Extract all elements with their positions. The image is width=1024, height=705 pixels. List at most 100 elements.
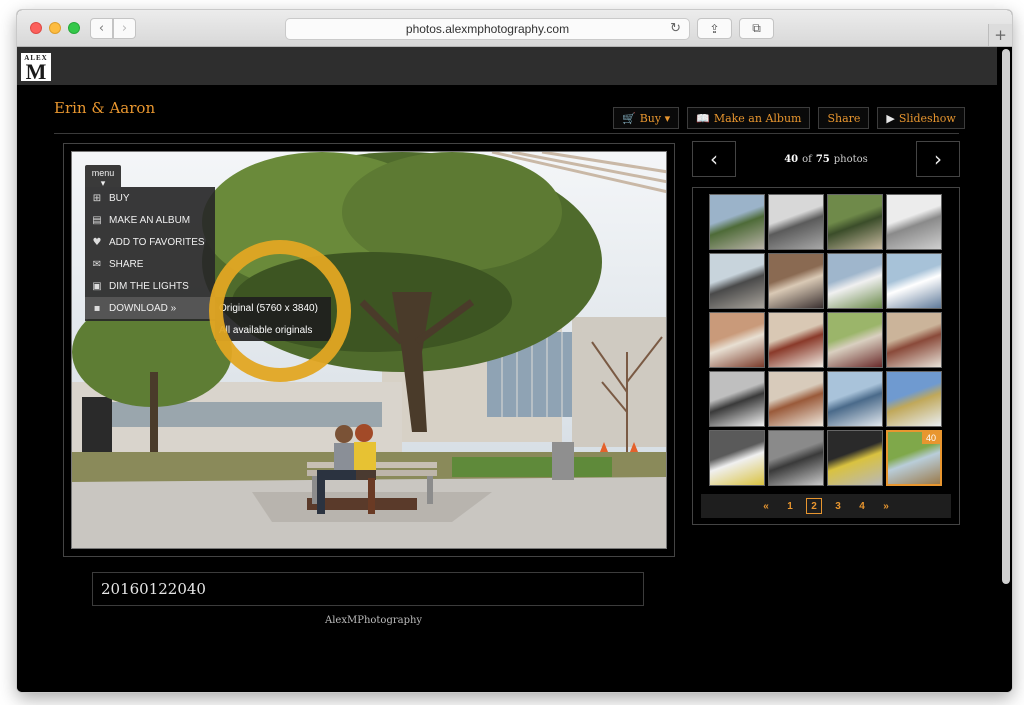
plus-icon: + <box>994 26 1007 44</box>
photo-thumbnail[interactable] <box>827 312 883 368</box>
photo-thumbnail[interactable] <box>768 253 824 309</box>
gallery-title: Erin & Aaron <box>54 99 156 117</box>
menu-item-download[interactable]: ▪ DOWNLOAD » <box>85 297 215 319</box>
photo-thumbnail[interactable] <box>709 194 765 250</box>
page-scrollbar[interactable] <box>1002 49 1010 584</box>
chevron-right-icon: › <box>934 147 942 171</box>
photo-menu: ⊞ BUY ▤ MAKE AN ALBUM ♥ ADD TO FAVORITES ✉ SHAR… <box>85 187 215 321</box>
photo-thumbnail[interactable] <box>827 430 883 486</box>
share-icon: ⇪ <box>709 21 720 36</box>
photo-counter: 40 of 75 photos <box>736 141 916 177</box>
photo-thumbnail[interactable] <box>768 371 824 427</box>
chevron-left-icon: ‹ <box>710 147 718 171</box>
browser-share-button[interactable]: ⇪ <box>697 18 732 39</box>
action-label: Slideshow <box>898 111 956 125</box>
thumbnail-panel: 40 « 1 2 3 4 » <box>692 187 960 525</box>
play-icon: ▶ <box>886 111 895 125</box>
photo-menu-toggle[interactable]: menu ▾ <box>85 165 121 188</box>
photo-thumbnail[interactable] <box>827 371 883 427</box>
pager-page-1[interactable]: 1 <box>782 498 798 514</box>
current-thumbnail-badge: 40 <box>921 432 940 444</box>
make-album-button[interactable]: 📖 Make an Album <box>687 107 811 129</box>
back-button[interactable]: ‹ <box>90 18 113 39</box>
menu-item-label: BUY <box>109 192 130 204</box>
show-tabs-button[interactable]: ⧉ <box>739 18 774 39</box>
zoom-window-button[interactable] <box>68 22 80 34</box>
photo-thumbnail[interactable] <box>709 253 765 309</box>
dim-icon: ▣ <box>92 280 102 292</box>
menu-item-share[interactable]: ✉ SHARE <box>85 253 215 275</box>
photo-thumbnail[interactable] <box>886 253 942 309</box>
minimize-window-button[interactable] <box>49 22 61 34</box>
menu-item-label: DOWNLOAD » <box>109 302 177 314</box>
action-label: Share <box>827 111 861 125</box>
share-button[interactable]: Share <box>818 107 870 129</box>
thumbnail-grid: 40 <box>709 194 945 486</box>
reload-icon[interactable]: ↻ <box>670 21 681 36</box>
photo-navigator: ‹ 40 of 75 photos › <box>692 141 960 177</box>
photo-thumbnail[interactable] <box>886 312 942 368</box>
title-divider <box>54 133 959 134</box>
address-bar[interactable]: photos.alexmphotography.com ↻ <box>285 18 690 40</box>
next-photo-button[interactable]: › <box>916 141 960 177</box>
cart-icon: ⊞ <box>92 192 102 204</box>
highlight-circle <box>209 240 351 382</box>
slideshow-button[interactable]: ▶ Slideshow <box>877 107 965 129</box>
envelope-icon: ✉ <box>92 258 102 270</box>
photo-thumbnail[interactable] <box>768 312 824 368</box>
menu-item-label: MAKE AN ALBUM <box>109 214 191 226</box>
new-tab-button[interactable]: + <box>988 24 1012 46</box>
previous-photo-button[interactable]: ‹ <box>692 141 736 177</box>
caption-text: 20160122040 <box>101 580 206 598</box>
menu-item-label: ADD TO FAVORITES <box>109 236 205 248</box>
menu-tab-label: menu <box>91 168 115 178</box>
pager-previous[interactable]: « <box>758 498 774 514</box>
gallery-actions: 🛒 Buy ▾ 📖 Make an Album Share ▶ Slideshow <box>613 107 965 129</box>
photo-thumbnail[interactable] <box>768 194 824 250</box>
site-logo[interactable]: ALEX M <box>21 53 51 84</box>
logo-big-text: M <box>25 59 47 84</box>
menu-item-add-favorites[interactable]: ♥ ADD TO FAVORITES <box>85 231 215 253</box>
menu-item-label: DIM THE LIGHTS <box>109 280 189 292</box>
disk-icon: ▪ <box>93 302 101 314</box>
browser-window: ‹ › photos.alexmphotography.com ↻ ⇪ ⧉ + … <box>17 10 1012 692</box>
cart-icon: 🛒 <box>622 111 636 125</box>
url-text: photos.alexmphotography.com <box>405 22 570 36</box>
thumbnail-pager: « 1 2 3 4 » <box>701 494 951 518</box>
photo-thumbnail[interactable] <box>827 194 883 250</box>
action-label: Buy ▾ <box>639 111 671 125</box>
photo-credit: AlexMPhotography <box>325 615 423 626</box>
photo-thumbnail[interactable]: 40 <box>886 430 942 486</box>
main-photo[interactable]: menu ▾ ⊞ BUY ▤ MAKE AN ALBUM ♥ ADD TO FAVORIT… <box>71 151 667 549</box>
page-content: ALEX M Erin & Aaron 🛒 Buy ▾ 📖 Make an Album… <box>17 47 1012 692</box>
pager-page-2[interactable]: 2 <box>806 498 822 514</box>
tabs-icon: ⧉ <box>752 21 761 35</box>
pager-page-3[interactable]: 3 <box>830 498 846 514</box>
photo-thumbnail[interactable] <box>768 430 824 486</box>
total-photo-count: 75 <box>815 153 830 165</box>
browser-titlebar: ‹ › photos.alexmphotography.com ↻ ⇪ ⧉ + <box>17 10 1012 47</box>
forward-button[interactable]: › <box>113 18 136 39</box>
current-photo-number: 40 <box>784 153 799 165</box>
menu-item-buy[interactable]: ⊞ BUY <box>85 187 215 209</box>
photo-caption: 20160122040 <box>92 572 644 606</box>
photo-thumbnail[interactable] <box>886 194 942 250</box>
photo-thumbnail[interactable] <box>709 430 765 486</box>
pager-page-4[interactable]: 4 <box>854 498 870 514</box>
pager-next[interactable]: » <box>878 498 894 514</box>
heart-icon: ♥ <box>92 236 102 248</box>
photo-thumbnail[interactable] <box>709 312 765 368</box>
photo-thumbnail[interactable] <box>827 253 883 309</box>
close-window-button[interactable] <box>30 22 42 34</box>
book-icon: ▤ <box>92 214 102 226</box>
menu-item-label: SHARE <box>109 258 144 270</box>
photo-thumbnail[interactable] <box>709 371 765 427</box>
menu-item-make-album[interactable]: ▤ MAKE AN ALBUM <box>85 209 215 231</box>
menu-item-dim-lights[interactable]: ▣ DIM THE LIGHTS <box>85 275 215 297</box>
chevron-left-icon: ‹ <box>98 21 105 36</box>
photo-thumbnail[interactable] <box>886 371 942 427</box>
chevron-right-icon: › <box>121 21 128 36</box>
buy-button[interactable]: 🛒 Buy ▾ <box>613 107 680 129</box>
counter-photos-text: photos <box>833 153 868 165</box>
photo-frame: menu ▾ ⊞ BUY ▤ MAKE AN ALBUM ♥ ADD TO FAVORIT… <box>63 143 675 557</box>
